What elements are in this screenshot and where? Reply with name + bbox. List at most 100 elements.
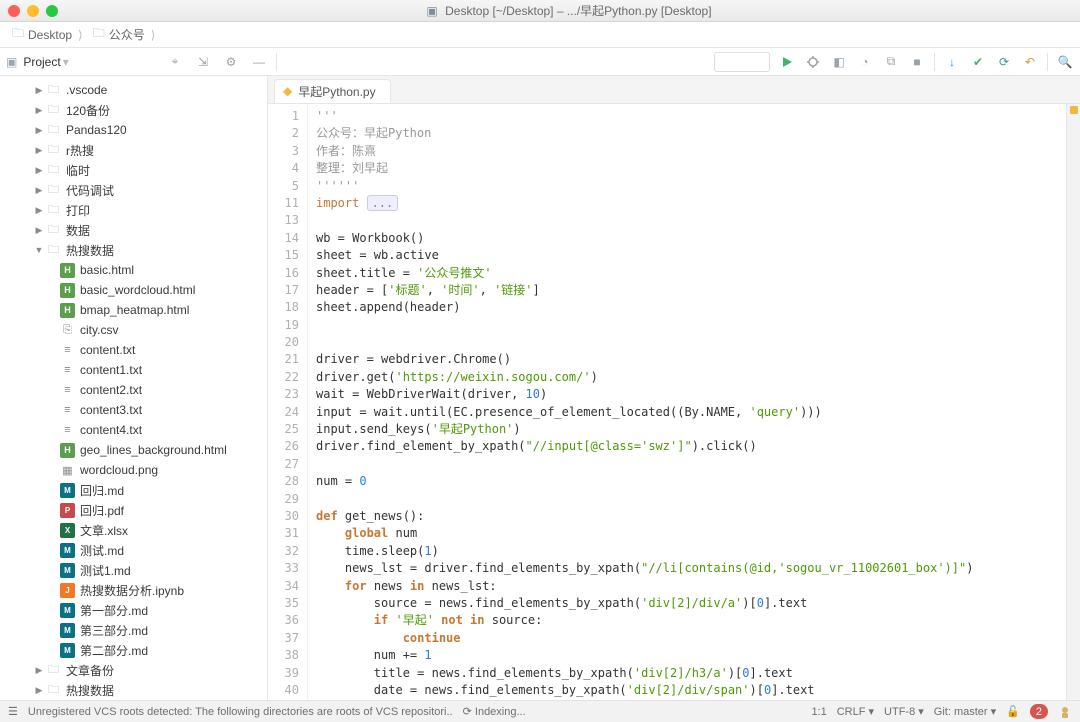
tree-item[interactable]: 🗀r热搜: [0, 140, 267, 160]
tree-item[interactable]: X文章.xlsx: [0, 520, 267, 540]
scroll-from-source-icon[interactable]: ⌖: [166, 53, 184, 71]
tree-item[interactable]: 🗀打印: [0, 200, 267, 220]
read-only-toggle-icon[interactable]: 🔓: [1006, 705, 1020, 718]
tree-item[interactable]: ≡content2.txt: [0, 380, 267, 400]
disclosure-triangle-icon[interactable]: [34, 145, 44, 156]
disclosure-triangle-icon[interactable]: [34, 185, 44, 196]
tree-item[interactable]: 🗀120备份: [0, 100, 267, 120]
git-branch[interactable]: Git: master ▾: [934, 705, 996, 718]
vcs-commit-icon[interactable]: ✔: [969, 53, 987, 71]
vcs-update-icon[interactable]: ↓: [943, 53, 961, 71]
tree-item[interactable]: M测试1.md: [0, 560, 267, 580]
tree-item-label: wordcloud.png: [80, 463, 158, 477]
disclosure-triangle-icon[interactable]: [34, 685, 44, 696]
search-everywhere-icon[interactable]: 🔍: [1056, 53, 1074, 71]
code-editor[interactable]: ''' 公众号：早起Python 作者：陈熹 整理：刘早起 '''''' imp…: [308, 104, 1066, 700]
stop-icon[interactable]: ■: [908, 53, 926, 71]
md-icon: M: [60, 543, 75, 558]
disclosure-triangle-icon[interactable]: [34, 85, 44, 96]
tree-item[interactable]: ≡content1.txt: [0, 360, 267, 380]
tree-item[interactable]: 🗀Pandas120: [0, 120, 267, 140]
tree-item[interactable]: Hbmap_heatmap.html: [0, 300, 267, 320]
disclosure-triangle-icon[interactable]: [34, 105, 44, 116]
tree-item[interactable]: ≡content3.txt: [0, 400, 267, 420]
tree-item[interactable]: ▦wordcloud.png: [0, 460, 267, 480]
tree-item-label: 测试1.md: [80, 562, 131, 579]
line-number-gutter[interactable]: 1234511131415161718192021222324252627282…: [268, 104, 308, 700]
tree-item[interactable]: 🗀临时: [0, 160, 267, 180]
indexing-status: ⟳ Indexing...: [463, 705, 526, 718]
breadcrumb-label: Desktop: [28, 28, 72, 42]
window-controls: [8, 5, 58, 17]
minimize-window-button[interactable]: [27, 5, 39, 17]
folder-icon: 🗀: [46, 243, 61, 258]
tree-item[interactable]: Hbasic.html: [0, 260, 267, 280]
concurrency-icon[interactable]: ⧉: [882, 53, 900, 71]
tree-item[interactable]: M测试.md: [0, 540, 267, 560]
debug-icon[interactable]: [804, 53, 822, 71]
gear-icon[interactable]: ⚙: [222, 53, 240, 71]
tree-item[interactable]: 🗀热搜数据: [0, 240, 267, 260]
profile-icon[interactable]: ◔: [856, 53, 874, 71]
html-icon: H: [60, 263, 75, 278]
disclosure-triangle-icon[interactable]: [34, 225, 44, 236]
coverage-icon[interactable]: ◧: [830, 53, 848, 71]
close-window-button[interactable]: [8, 5, 20, 17]
tree-item[interactable]: M第二部分.md: [0, 640, 267, 660]
run-configuration-select[interactable]: [714, 52, 770, 72]
disclosure-triangle-icon[interactable]: [34, 205, 44, 216]
tree-item[interactable]: P回归.pdf: [0, 500, 267, 520]
tree-item[interactable]: Hgeo_lines_background.html: [0, 440, 267, 460]
project-tool-label[interactable]: Project: [23, 55, 60, 69]
problems-badge[interactable]: 2: [1030, 704, 1048, 719]
tree-item[interactable]: Hbasic_wordcloud.html: [0, 280, 267, 300]
file-encoding[interactable]: UTF-8 ▾: [884, 705, 924, 718]
breadcrumb-item[interactable]: 🗀 Desktop ⟩: [8, 22, 89, 47]
tree-item[interactable]: ≡content.txt: [0, 340, 267, 360]
disclosure-triangle-icon[interactable]: [34, 165, 44, 176]
tree-item-label: 临时: [66, 162, 90, 179]
breadcrumb-bar: 🗀 Desktop ⟩ 🗀 公众号 ⟩: [0, 22, 1080, 48]
editor-pane: ◆ 早起Python.py 12345111314151617181920212…: [268, 76, 1080, 700]
tree-item-label: geo_lines_background.html: [80, 443, 227, 457]
project-tree[interactable]: 🗀.vscode🗀120备份🗀Pandas120🗀r热搜🗀临时🗀代码调试🗀打印🗀…: [0, 76, 267, 700]
disclosure-triangle-icon[interactable]: [34, 125, 44, 136]
caret-position[interactable]: 1:1: [811, 706, 826, 718]
zoom-window-button[interactable]: [46, 5, 58, 17]
event-log-icon[interactable]: ☰: [8, 705, 18, 718]
tree-item[interactable]: 🗀.vscode: [0, 80, 267, 100]
tree-item-label: 代码调试: [66, 182, 114, 199]
tree-item[interactable]: M第一部分.md: [0, 600, 267, 620]
run-icon[interactable]: [778, 53, 796, 71]
tree-item[interactable]: 🗀数据: [0, 220, 267, 240]
tree-item[interactable]: 🗀热搜数据: [0, 680, 267, 700]
hide-tool-icon[interactable]: —: [250, 53, 268, 71]
disclosure-triangle-icon[interactable]: [34, 245, 44, 255]
tree-item-label: city.csv: [80, 323, 118, 337]
chevron-right-icon: ⟩: [151, 28, 156, 42]
vcs-revert-icon[interactable]: ↶: [1021, 53, 1039, 71]
window-title: ▣ Desktop [~/Desktop] – .../早起Python.py …: [66, 2, 1072, 19]
editor-tab[interactable]: ◆ 早起Python.py: [274, 79, 391, 103]
tree-item[interactable]: ⎘city.csv: [0, 320, 267, 340]
inspection-hector-icon[interactable]: [1058, 705, 1072, 719]
titlebar: ▣ Desktop [~/Desktop] – .../早起Python.py …: [0, 0, 1080, 22]
tree-item[interactable]: ≡content4.txt: [0, 420, 267, 440]
error-stripe[interactable]: [1066, 104, 1080, 700]
tree-item-label: 第一部分.md: [80, 602, 148, 619]
breadcrumb-item[interactable]: 🗀 公众号 ⟩: [89, 22, 162, 47]
vcs-history-icon[interactable]: ⟳: [995, 53, 1013, 71]
tree-item[interactable]: J热搜数据分析.ipynb: [0, 580, 267, 600]
main-toolbar: ▣ Project ▾ ⌖ ⇲ ⚙ — ◧ ◔ ⧉ ■ ↓ ✔ ⟳ ↶ 🔍: [0, 48, 1080, 76]
tree-item-label: content2.txt: [80, 383, 142, 397]
disclosure-triangle-icon[interactable]: [34, 665, 44, 676]
tree-item[interactable]: 🗀文章备份: [0, 660, 267, 680]
tree-item[interactable]: M回归.md: [0, 480, 267, 500]
window-title-text: Desktop [~/Desktop] – .../早起Python.py [D…: [445, 4, 711, 18]
chevron-down-icon[interactable]: ▾: [63, 55, 69, 69]
line-separator[interactable]: CRLF ▾: [837, 705, 874, 718]
tree-item[interactable]: M第三部分.md: [0, 620, 267, 640]
tree-item[interactable]: 🗀代码调试: [0, 180, 267, 200]
warning-marker-icon[interactable]: [1070, 106, 1078, 114]
collapse-all-icon[interactable]: ⇲: [194, 53, 212, 71]
